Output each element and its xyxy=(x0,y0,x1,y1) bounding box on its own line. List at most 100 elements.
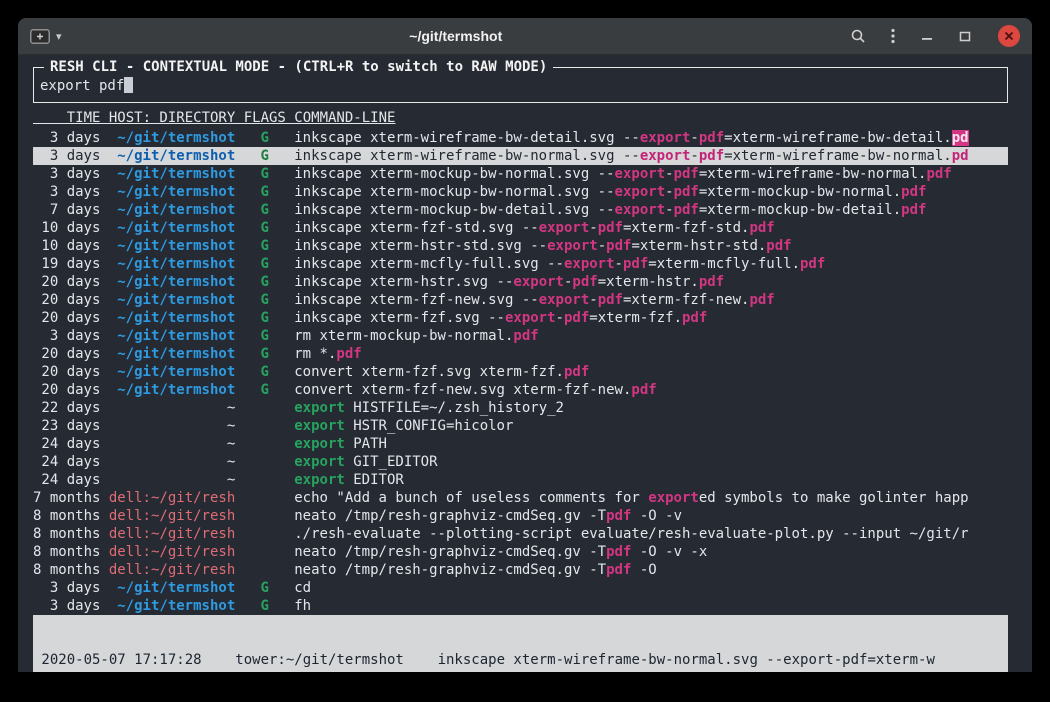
col-host: dell:~/git/resh xyxy=(109,507,235,525)
col-host: ~ xyxy=(109,453,235,471)
col-host: ~/git/termshot xyxy=(109,597,235,615)
col-cmd: export PATH xyxy=(294,435,1008,453)
col-time: 22 days xyxy=(33,399,100,417)
table-row[interactable]: 24 days~export PATH xyxy=(33,435,1008,453)
col-flags: G xyxy=(244,165,286,183)
col-time: 8 months xyxy=(33,525,100,543)
table-row[interactable]: 24 days~export EDITOR xyxy=(33,471,1008,489)
table-row[interactable]: 20 days~/git/termshotGrm *.pdf xyxy=(33,345,1008,363)
col-flags: G xyxy=(244,201,286,219)
table-row[interactable]: 3 days~/git/termshotGinkscape xterm-mock… xyxy=(33,183,1008,201)
table-row[interactable]: 23 days~export HSTR_CONFIG=hicolor xyxy=(33,417,1008,435)
titlebar[interactable]: ▾ ~/git/termshot xyxy=(18,18,1032,55)
col-time: 7 months xyxy=(33,489,100,507)
col-time: 20 days xyxy=(33,273,100,291)
col-cmd: ./resh-evaluate --plotting-script evalua… xyxy=(294,525,1008,543)
table-row[interactable]: 20 days~/git/termshotGinkscape xterm-fzf… xyxy=(33,291,1008,309)
table-row[interactable]: 20 days~/git/termshotGconvert xterm-fzf-… xyxy=(33,381,1008,399)
table-row[interactable]: 3 days~/git/termshotGinkscape xterm-mock… xyxy=(33,165,1008,183)
col-time: 24 days xyxy=(33,435,100,453)
col-cmd: inkscape xterm-fzf-std.svg --export-pdf=… xyxy=(294,219,1008,237)
col-flags: G xyxy=(244,381,286,399)
kebab-menu-icon[interactable] xyxy=(890,28,896,44)
window-title: ~/git/termshot xyxy=(62,28,850,44)
selection-details: 2020-05-07 17:17:28 tower:~/git/termshot… xyxy=(33,615,1008,672)
col-host: ~ xyxy=(109,399,235,417)
text-cursor xyxy=(124,77,132,93)
col-time: 20 days xyxy=(33,381,100,399)
selection-detail-line1: 2020-05-07 17:17:28 tower:~/git/termshot… xyxy=(33,651,1008,669)
table-row[interactable]: 20 days~/git/termshotGconvert xterm-fzf.… xyxy=(33,363,1008,381)
table-row[interactable]: 3 days~/git/termshotGfh xyxy=(33,597,1008,615)
table-row[interactable]: 8 months dell:~/git/resh ./resh-evaluate -… xyxy=(33,525,1008,543)
col-time: 3 days xyxy=(33,129,100,147)
new-terminal-icon[interactable] xyxy=(30,29,50,44)
col-cmd: inkscape xterm-fzf.svg --export-pdf=xter… xyxy=(294,309,1008,327)
col-host: ~/git/termshot xyxy=(109,201,235,219)
col-cmd: rm *.pdf xyxy=(294,345,1008,363)
table-row[interactable]: 22 days~export HISTFILE=~/.zsh_history_2 xyxy=(33,399,1008,417)
close-button[interactable] xyxy=(998,25,1020,47)
col-flags: G xyxy=(244,129,286,147)
col-flags xyxy=(244,525,286,543)
table-row[interactable]: 3 days~/git/termshotGcd xyxy=(33,579,1008,597)
minimize-button[interactable] xyxy=(920,29,934,43)
col-host: ~/git/termshot xyxy=(109,363,235,381)
col-cmd: echo "Add a bunch of useless comments fo… xyxy=(294,489,1008,507)
col-flags xyxy=(244,453,286,471)
table-row[interactable]: 20 days~/git/termshotGinkscape xterm-hst… xyxy=(33,273,1008,291)
col-time: 19 days xyxy=(33,255,100,273)
table-row[interactable]: 3 days ~/git/termshot Ginkscape xterm-wire… xyxy=(33,129,1008,147)
table-row[interactable]: 3 days~/git/termshotGinkscape xterm-wire… xyxy=(33,147,1008,165)
search-box-title: RESH CLI - CONTEXTUAL MODE - (CTRL+R to … xyxy=(44,58,553,76)
col-flags: G xyxy=(244,291,286,309)
col-flags: G xyxy=(244,363,286,381)
table-row[interactable]: 10 days~/git/termshotGinkscape xterm-hst… xyxy=(33,237,1008,255)
resh-search-box: RESH CLI - CONTEXTUAL MODE - (CTRL+R to … xyxy=(33,67,1008,103)
col-flags xyxy=(244,471,286,489)
col-cmd: export GIT_EDITOR xyxy=(294,453,1008,471)
col-flags: G xyxy=(244,255,286,273)
col-cmd: neato /tmp/resh-graphviz-cmdSeq.gv -Tpdf… xyxy=(294,543,1008,561)
search-icon[interactable] xyxy=(850,28,866,44)
col-host: ~/git/termshot xyxy=(109,255,235,273)
table-row[interactable]: 8 monthsdell:~/git/reshneato /tmp/resh-g… xyxy=(33,507,1008,525)
col-host: ~/git/termshot xyxy=(109,219,235,237)
col-cmd: inkscape xterm-wireframe-bw-detail.svg -… xyxy=(294,129,1008,147)
col-host: dell:~/git/resh xyxy=(109,561,235,579)
col-host: ~ xyxy=(109,417,235,435)
col-time: 10 days xyxy=(33,219,100,237)
table-row[interactable]: 8 monthsdell:~/git/reshneato /tmp/resh-g… xyxy=(33,561,1008,579)
table-row[interactable]: 8 months dell:~/git/resh neato /tmp/resh-g… xyxy=(33,543,1008,561)
col-flags: G xyxy=(244,327,286,345)
col-time: 8 months xyxy=(33,543,100,561)
table-row[interactable]: 3 days~/git/termshotGrm xterm-mockup-bw-… xyxy=(33,327,1008,345)
col-cmd: rm xterm-mockup-bw-normal.pdf xyxy=(294,327,1008,345)
col-time: 7 days xyxy=(33,201,100,219)
col-host: dell:~/git/resh xyxy=(109,543,235,561)
col-flags xyxy=(244,435,286,453)
table-row[interactable]: 19 days~/git/termshotGinkscape xterm-mcf… xyxy=(33,255,1008,273)
col-flags: G xyxy=(244,345,286,363)
table-row[interactable]: 7 monthsdell:~/git/reshecho "Add a bunch… xyxy=(33,489,1008,507)
table-row[interactable]: 10 days ~/git/termshot Ginkscape xterm-fzf… xyxy=(33,219,1008,237)
col-host: ~/git/termshot xyxy=(109,183,235,201)
col-cmd: neato /tmp/resh-graphviz-cmdSeq.gv -Tpdf… xyxy=(294,561,1008,579)
table-row[interactable]: 7 days~/git/termshotGinkscape xterm-mock… xyxy=(33,201,1008,219)
col-host: dell:~/git/resh xyxy=(109,525,235,543)
table-row[interactable]: 20 days~/git/termshotGinkscape xterm-fzf… xyxy=(33,309,1008,327)
col-host: ~/git/termshot xyxy=(109,129,235,147)
col-cmd: export EDITOR xyxy=(294,471,1008,489)
col-host: ~/git/termshot xyxy=(109,309,235,327)
col-flags: G xyxy=(244,273,286,291)
col-flags xyxy=(244,507,286,525)
table-row[interactable]: 24 days~export GIT_EDITOR xyxy=(33,453,1008,471)
terminal-content[interactable]: RESH CLI - CONTEXTUAL MODE - (CTRL+R to … xyxy=(18,55,1032,672)
col-flags: G xyxy=(244,219,286,237)
col-host: ~/git/termshot xyxy=(109,327,235,345)
search-input[interactable]: export pdf xyxy=(40,77,1001,95)
col-time: 23 days xyxy=(33,417,100,435)
search-query-text: export pdf xyxy=(40,78,124,94)
col-time: 20 days xyxy=(33,363,100,381)
restore-button[interactable] xyxy=(958,29,972,43)
